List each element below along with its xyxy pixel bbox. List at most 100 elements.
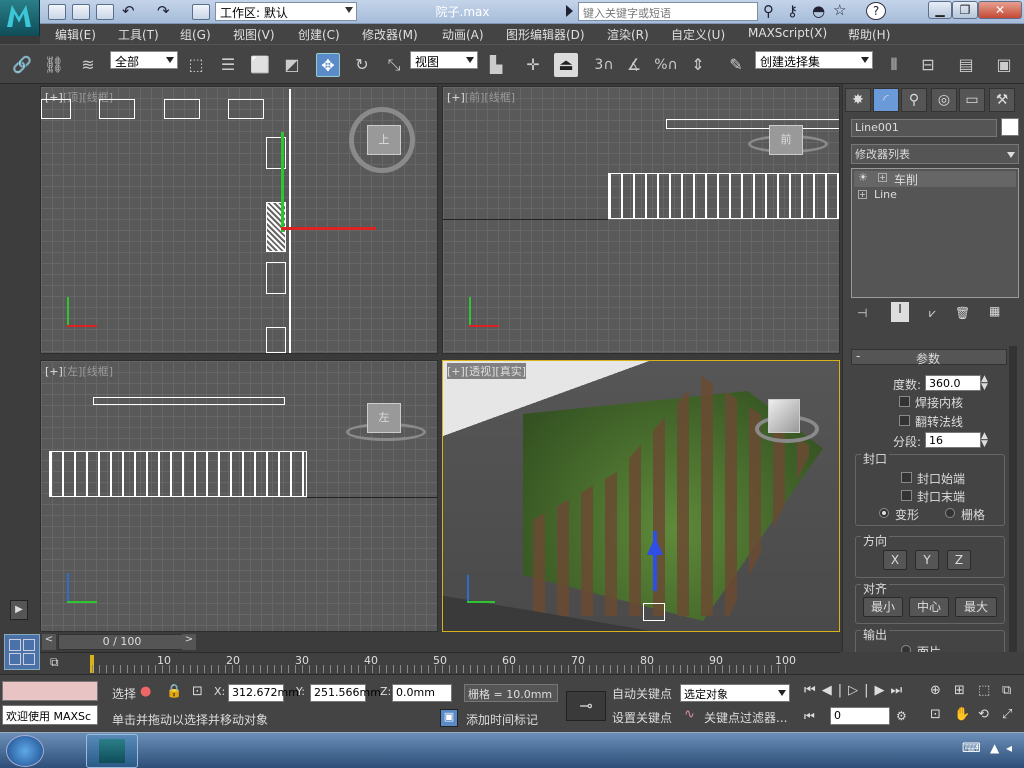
spinner-arrows-icon[interactable]: ▲ ▼	[981, 432, 988, 449]
layer-manager-icon[interactable]: ▤	[954, 53, 978, 77]
viewcube[interactable]	[768, 399, 800, 433]
cap-start-checkbox[interactable]	[901, 472, 912, 483]
star-icon[interactable]: ☆	[833, 1, 846, 19]
reference-coord-dropdown[interactable]: 视图	[410, 51, 478, 69]
scale-icon[interactable]: ⤡	[382, 53, 406, 77]
make-unique-icon[interactable]: ⩗	[929, 306, 936, 321]
minimize-button[interactable]: ▁	[928, 1, 952, 19]
viewcube[interactable]: 左	[367, 403, 401, 433]
help-icon[interactable]: ?	[866, 2, 886, 20]
menu-create[interactable]: 创建(C)	[298, 26, 340, 43]
start-button[interactable]	[6, 735, 44, 767]
gizmo-z-arrow[interactable]	[647, 537, 663, 555]
key-mode-toggle-icon[interactable]: ⏮	[804, 709, 815, 724]
z-coordinate-field[interactable]: 0.0mm	[392, 684, 452, 702]
align-icon[interactable]: ⊟	[916, 53, 940, 77]
select-by-name-icon[interactable]: ☰	[216, 53, 240, 77]
segments-spinner[interactable]: 16	[925, 432, 981, 448]
viewport-perspective[interactable]: [+][透视][真实]	[442, 360, 840, 632]
lightbulb-icon[interactable]: ☀	[858, 171, 868, 184]
configure-modifier-sets-icon[interactable]: ▦	[989, 304, 1000, 318]
zoom-all-icon[interactable]: ⊞	[954, 683, 965, 698]
menu-maxscript[interactable]: MAXScript(X)	[748, 26, 827, 40]
object-color-swatch[interactable]	[1001, 118, 1019, 136]
align-center-button[interactable]: 中心	[909, 597, 949, 617]
mini-curve-editor-icon[interactable]: ⧉	[50, 655, 74, 671]
zoom-icon[interactable]: ⊕	[930, 683, 941, 698]
menu-help[interactable]: 帮助(H)	[848, 26, 890, 43]
grid-radio[interactable]	[945, 508, 955, 518]
time-config-icon[interactable]: ⚙	[896, 709, 907, 723]
stack-item-lathe[interactable]: ☀ + 车削	[854, 171, 1016, 187]
zoom-region-icon[interactable]: ⊡	[930, 707, 941, 722]
rect-selection-icon[interactable]: ⬜	[248, 53, 272, 77]
close-button[interactable]: ✕	[978, 1, 1022, 19]
gizmo-plane-handle[interactable]	[643, 603, 665, 621]
tray-chevron-icon[interactable]: ▲	[990, 741, 999, 755]
maxscript-mini-listener[interactable]: 欢迎使用 MAXSc	[2, 705, 98, 725]
play-arrow-icon[interactable]	[566, 5, 573, 17]
unlink-icon[interactable]: ⛓	[42, 53, 66, 77]
motion-tab-icon[interactable]: ◎	[931, 88, 957, 112]
select-manipulate-icon[interactable]: ✛	[521, 53, 545, 77]
display-tab-icon[interactable]: ▭	[959, 88, 985, 112]
viewport-perspective-label[interactable]: [+][透视][真实]	[447, 363, 526, 379]
next-frame-arrow-icon[interactable]: >	[182, 634, 196, 650]
panel-scrollbar[interactable]	[1009, 346, 1017, 666]
menu-group[interactable]: 组(G)	[180, 26, 211, 43]
app-logo[interactable]	[0, 0, 40, 36]
pin-stack-icon[interactable]: ⊣	[857, 306, 867, 320]
menu-animation[interactable]: 动画(A)	[442, 26, 484, 43]
edit-named-selection-icon[interactable]: ✎	[724, 53, 748, 77]
orbit-icon[interactable]: ⟲	[978, 707, 989, 722]
maximize-button[interactable]: ❐	[952, 1, 978, 19]
spinner-snap-icon[interactable]: ⇕	[686, 53, 710, 77]
viewport-top[interactable]: [+][顶][线框] 上	[40, 86, 438, 354]
morph-radio[interactable]	[879, 508, 889, 518]
gizmo-x-axis[interactable]	[281, 227, 376, 230]
direction-y-button[interactable]: Y	[915, 550, 939, 570]
go-to-start-icon[interactable]: ⏮	[804, 683, 822, 698]
direction-z-button[interactable]: Z	[947, 550, 971, 570]
select-object-icon[interactable]: ⬚	[184, 53, 208, 77]
flip-normals-checkbox[interactable]	[899, 415, 910, 426]
menu-graph-editors[interactable]: 图形编辑器(D)	[506, 26, 585, 43]
x-coordinate-field[interactable]: 312.672mm	[228, 684, 299, 702]
viewport-name[interactable]: [透视]	[465, 365, 496, 378]
viewport-plus-menu[interactable]: [+]	[447, 365, 465, 378]
zoom-extents-icon[interactable]: ⬚	[978, 683, 990, 698]
play-icon[interactable]: ▷	[848, 683, 864, 698]
select-move-icon[interactable]: ✥	[316, 53, 340, 77]
selected-object-dropdown[interactable]: 选定对象	[680, 684, 790, 702]
menu-customize[interactable]: 自定义(U)	[671, 26, 725, 43]
menu-views[interactable]: 视图(V)	[233, 26, 275, 43]
frame-counter[interactable]: 0 / 100	[58, 634, 186, 650]
pan-hand-icon[interactable]: ✋	[954, 707, 970, 722]
direction-x-button[interactable]: X	[883, 550, 907, 570]
key-curve-icon[interactable]: ∿	[684, 707, 695, 722]
next-frame-icon[interactable]: |▶	[864, 683, 890, 698]
project-folder-icon[interactable]	[192, 4, 210, 20]
key-icon[interactable]: ⚷	[787, 2, 798, 20]
utilities-tab-icon[interactable]: ⚒	[989, 88, 1015, 112]
viewport-left[interactable]: [+][左][线框] 左	[40, 360, 438, 632]
modifier-list-dropdown[interactable]: 修改器列表	[851, 144, 1019, 164]
current-frame-field[interactable]: 0	[830, 707, 890, 725]
weld-core-checkbox[interactable]	[899, 396, 910, 407]
viewcube[interactable]: 前	[769, 125, 803, 155]
viewport-front-label[interactable]: [+][前][线框]	[447, 89, 515, 105]
percent-snap-icon[interactable]: %∩	[654, 53, 678, 77]
viewport-shading[interactable]: [线框]	[484, 91, 515, 104]
modify-tab-icon[interactable]: ◜	[873, 88, 899, 112]
lock-icon[interactable]: 🔒	[166, 684, 182, 699]
create-tab-icon[interactable]: ✸	[845, 88, 871, 112]
degrees-spinner[interactable]: 360.0	[925, 375, 981, 391]
maximize-viewport-icon[interactable]: ⤢	[1002, 707, 1012, 722]
binoculars-icon[interactable]: ⚲	[763, 2, 774, 20]
viewport-left-label[interactable]: [+][左][线框]	[45, 363, 113, 379]
time-slider[interactable]: < 0 / 100 >	[40, 632, 840, 652]
maxscript-listener-pink[interactable]	[2, 681, 98, 701]
selection-filter-dropdown[interactable]: 全部	[110, 51, 178, 69]
mirror-icon[interactable]: ⫴	[882, 53, 906, 77]
remove-modifier-icon[interactable]: 🗑	[955, 306, 970, 320]
